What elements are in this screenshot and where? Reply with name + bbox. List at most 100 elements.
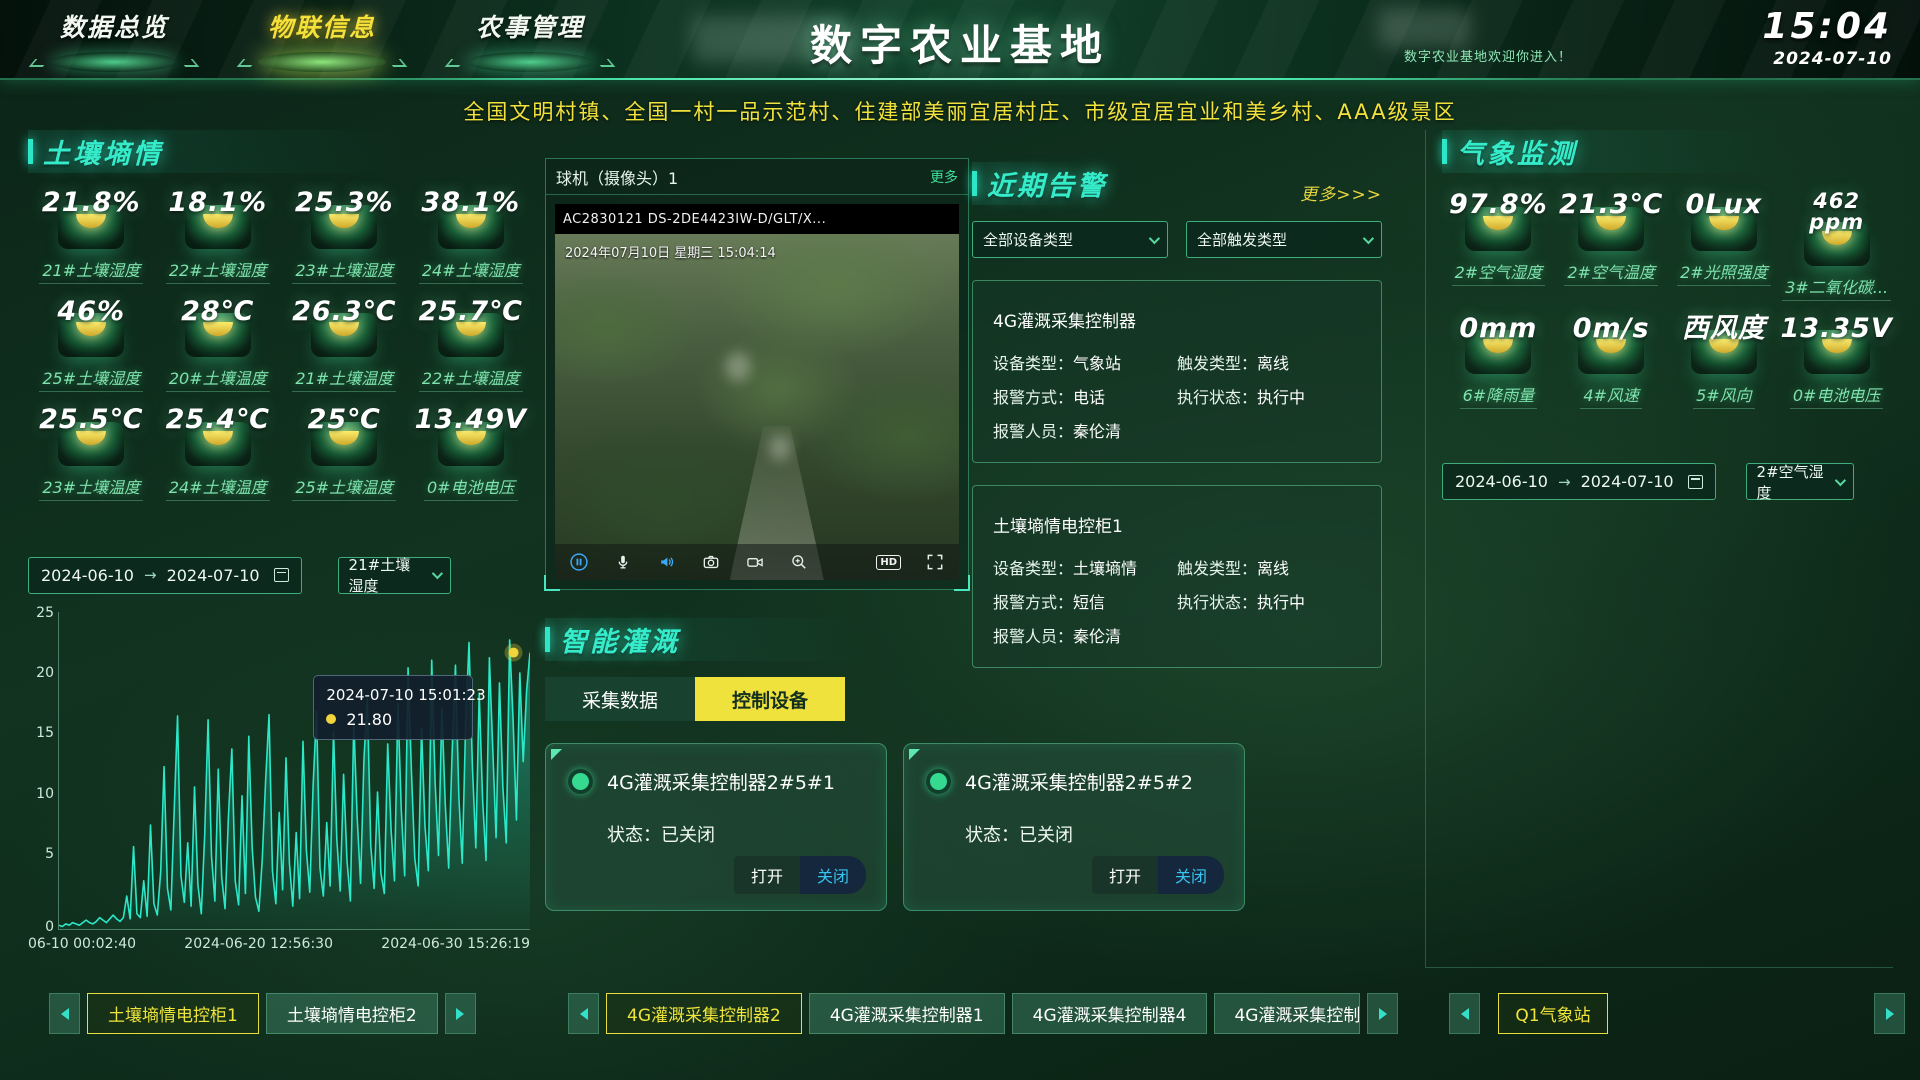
- device-button-controller-truncated[interactable]: 4G灌溉采集控制: [1214, 993, 1360, 1034]
- alarm-row: 设备类型：土壤墒情 触发类型：离线: [993, 555, 1361, 579]
- metric-cell: 25℃25#土壤温度: [281, 406, 408, 501]
- close-button[interactable]: 关闭: [1158, 856, 1224, 894]
- metric-cell: 0mm6#降雨量: [1442, 315, 1555, 410]
- metric-value: 21.3℃: [1555, 191, 1668, 219]
- zoom-in-icon[interactable]: [789, 552, 809, 572]
- field-label: 报警方式：: [993, 589, 1073, 613]
- section-title: 近期告警: [987, 164, 1107, 203]
- open-button[interactable]: 打开: [734, 856, 800, 894]
- alarms-more-link[interactable]: 更多>>>: [1300, 180, 1382, 205]
- metric-value: 97.8%: [1442, 191, 1555, 219]
- metric-cell: 21.8%21#土壤湿度: [28, 189, 155, 284]
- device-button-controller-4[interactable]: 4G灌溉采集控制器4: [1012, 993, 1208, 1034]
- honor-banner: 全国文明村镇、全国一村一品示范村、住建部美丽宜居村庄、市级宜居宜业和美乡村、AA…: [0, 96, 1920, 126]
- close-button[interactable]: 关闭: [800, 856, 866, 894]
- nav-item-data-overview[interactable]: 数据总览: [38, 8, 190, 72]
- microphone-icon[interactable]: [613, 552, 633, 572]
- hd-quality-button[interactable]: HD: [876, 555, 901, 570]
- next-arrow-button[interactable]: [1874, 993, 1905, 1034]
- start-date: 2024-06-10: [41, 566, 134, 585]
- soil-chart: 25 20 15 10 5 0: [28, 612, 534, 964]
- blurred-region: [769, 435, 791, 461]
- metric-cell: 462 ppm3#二氧化碳...: [1780, 191, 1893, 301]
- page-title: 数字农业基地: [810, 12, 1110, 73]
- metric-cell: 0m/s4#风速: [1555, 315, 1668, 410]
- weather-date-range-picker[interactable]: 2024-06-10 → 2024-07-10: [1442, 463, 1716, 500]
- prev-arrow-button[interactable]: [49, 993, 80, 1034]
- fullscreen-icon[interactable]: [925, 552, 945, 572]
- next-arrow-button[interactable]: [1367, 993, 1398, 1034]
- field-value: 气象站: [1073, 350, 1121, 374]
- nav-item-farm-management[interactable]: 农事管理: [454, 8, 606, 72]
- y-tick: 15: [36, 725, 54, 741]
- soil-device-switcher: 土壤墒情电控柜1 土壤墒情电控柜2: [49, 993, 476, 1034]
- metric-cell: 46%25#土壤湿度: [28, 298, 155, 393]
- tab-collect-data[interactable]: 采集数据: [545, 677, 695, 721]
- metric-value: 26.3℃: [281, 298, 408, 326]
- nav-label: 数据总览: [38, 8, 190, 44]
- metric-cell: 13.35V0#电池电压: [1780, 315, 1893, 410]
- tab-control-devices[interactable]: 控制设备: [695, 677, 845, 721]
- field-value: 短信: [1073, 589, 1105, 613]
- metric-cell: 97.8%2#空气湿度: [1442, 191, 1555, 301]
- weather-sensor-select[interactable]: 2#空气湿度: [1746, 463, 1854, 500]
- metric-cell: 18.1%22#土壤湿度: [155, 189, 282, 284]
- soil-date-range-picker[interactable]: 2024-06-10 → 2024-07-10: [28, 557, 302, 594]
- alarm-row: 报警方式：电话 执行状态：执行中: [993, 384, 1361, 408]
- device-button-controller-1[interactable]: 4G灌溉采集控制器1: [809, 993, 1005, 1034]
- controller-title: 4G灌溉采集控制器2#5#2: [965, 768, 1193, 795]
- section-title: 土壤墒情: [43, 132, 163, 171]
- y-axis-ticks: 25 20 15 10 5 0: [28, 612, 54, 930]
- line-chart-svg: [59, 612, 530, 929]
- controller-status: 状态：已关闭: [607, 821, 886, 847]
- device-button-controller-2[interactable]: 4G灌溉采集控制器2: [606, 993, 802, 1034]
- video-player: AC2830121 DS-2DE4423IW-D/GLT/X... 2024年0…: [555, 204, 959, 580]
- soil-filter-row: 2024-06-10 → 2024-07-10 21#土壤湿度: [28, 557, 534, 594]
- alarms-section-header: 近期告警: [972, 162, 1107, 205]
- nav-label: 物联信息: [246, 8, 398, 44]
- tooltip-time: 2024-07-10 15:01:23: [326, 686, 460, 704]
- status-value: 已关闭: [1019, 825, 1073, 846]
- device-button-weather-station-q1[interactable]: Q1气象站: [1498, 993, 1608, 1034]
- welcome-text: 数字农业基地欢迎你进入！: [1404, 46, 1572, 65]
- device-type-filter[interactable]: 全部设备类型: [972, 221, 1168, 258]
- metric-cell: 28℃ 20#土壤温度: [155, 298, 282, 393]
- x-tick: 06-10 00:02:40: [28, 936, 136, 952]
- prev-arrow-button[interactable]: [1449, 993, 1480, 1034]
- soil-sensor-select[interactable]: 21#土壤湿度: [338, 557, 451, 594]
- device-button-soil-cabinet-1[interactable]: 土壤墒情电控柜1: [87, 993, 259, 1034]
- open-button[interactable]: 打开: [1092, 856, 1158, 894]
- metric-label: 0#电池电压: [424, 474, 518, 501]
- soil-moisture-panel: 土壤墒情 21.8%21#土壤湿度 18.1%22#土壤湿度 25.3%23#土…: [28, 130, 534, 964]
- end-date: 2024-07-10: [1581, 472, 1674, 491]
- x-tick: 2024-06-30 15:26:19: [381, 936, 530, 952]
- metric-label: 23#土壤湿度: [292, 257, 396, 284]
- record-video-icon[interactable]: [745, 552, 765, 572]
- next-arrow-button[interactable]: [445, 993, 476, 1034]
- card-header: 4G灌溉采集控制器2#5#1: [546, 744, 886, 795]
- camera-panel-header: 球机（摄像头）1 更多: [546, 159, 968, 195]
- nav-item-iot-info[interactable]: 物联信息: [246, 8, 398, 72]
- camera-more-link[interactable]: 更多: [930, 167, 958, 187]
- weather-metric-grid: 97.8%2#空气湿度 21.3℃2#空气温度 0Lux2#光照强度 462 p…: [1442, 191, 1893, 409]
- metric-value: 28℃: [155, 298, 282, 326]
- metric-value: 18.1%: [155, 189, 282, 217]
- section-title: 智能灌溉: [560, 620, 680, 659]
- chart-plot-area[interactable]: 2024-07-10 15:01:23 21.80: [58, 612, 530, 930]
- trigger-type-filter[interactable]: 全部触发类型: [1186, 221, 1382, 258]
- status-dot-icon: [926, 769, 951, 794]
- field-value: 离线: [1257, 350, 1289, 374]
- field-value: 离线: [1257, 555, 1289, 579]
- calendar-icon: [274, 568, 289, 582]
- prev-arrow-button[interactable]: [568, 993, 599, 1034]
- metric-value: 25.4℃: [155, 406, 282, 434]
- speaker-icon[interactable]: [657, 552, 677, 572]
- metric-label: 0#电池电压: [1790, 382, 1884, 409]
- device-button-soil-cabinet-2[interactable]: 土壤墒情电控柜2: [266, 993, 438, 1034]
- snapshot-camera-icon[interactable]: [701, 552, 721, 572]
- pause-icon[interactable]: [569, 552, 589, 572]
- metric-label: 23#土壤温度: [39, 474, 143, 501]
- field-label: 设备类型：: [993, 350, 1073, 374]
- metric-label: 20#土壤温度: [166, 365, 270, 392]
- weather-section-header: 气象监测: [1442, 130, 1893, 173]
